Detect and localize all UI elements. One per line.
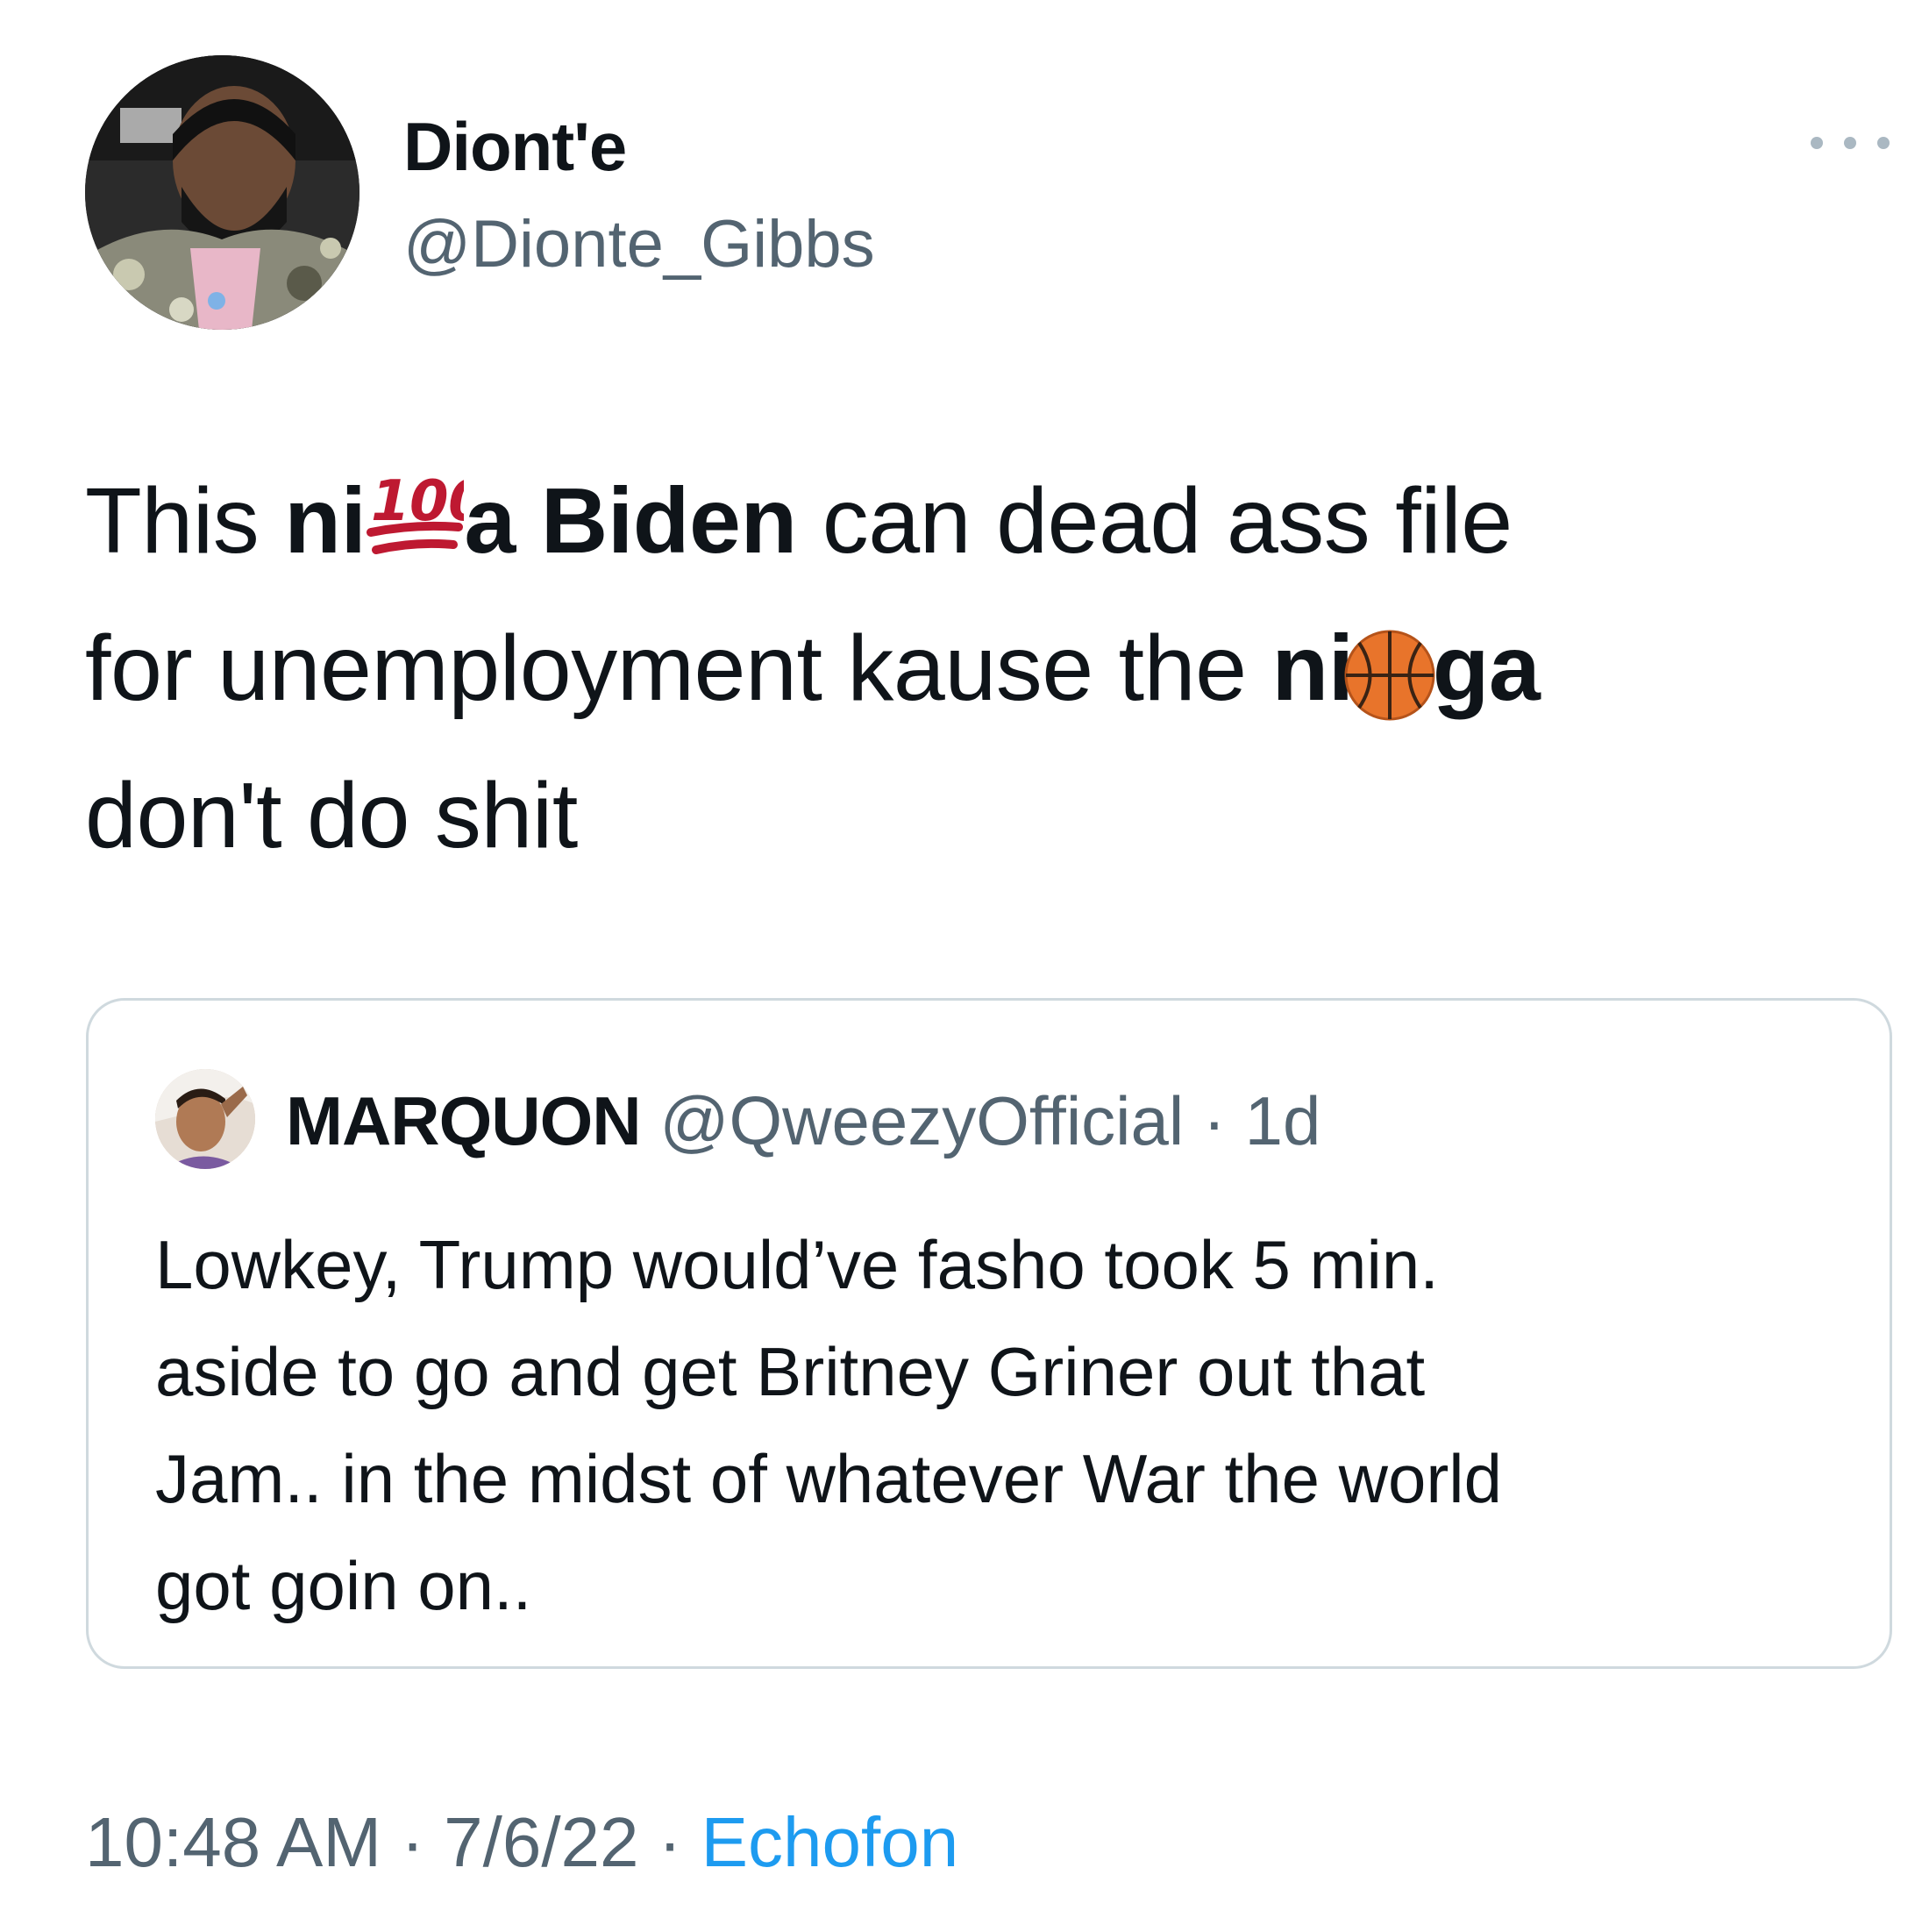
quoted-header: MARQUON @QweezyOfficial · 1d (286, 1081, 1320, 1160)
quoted-author-avatar[interactable] (155, 1069, 255, 1169)
quoted-text: Lowkey, Trump would’ve fasho took 5 min.… (155, 1211, 1856, 1639)
tweet: Diont'e @Dionte_Gibbs This ni 100 a Bide… (0, 0, 1929, 1932)
quoted-separator: · (1184, 1082, 1245, 1159)
quoted-line: Lowkey, Trump would’ve fasho took 5 min. (155, 1226, 1439, 1303)
tweet-line: don't do shit (85, 764, 578, 867)
author-handle[interactable]: @Dionte_Gibbs (403, 206, 875, 282)
tweet-meta: 10:48 AM · 7/6/22 · Echofon (85, 1802, 958, 1883)
meta-separator: · (638, 1803, 701, 1881)
more-dot (1877, 137, 1890, 149)
more-dot (1811, 137, 1823, 149)
tweet-date[interactable]: 7/6/22 (444, 1803, 638, 1881)
more-dot (1844, 137, 1856, 149)
quoted-time[interactable]: 1d (1245, 1082, 1321, 1159)
quoted-handle[interactable]: @QweezyOfficial (659, 1082, 1184, 1159)
tweet-source-link[interactable]: Echofon (701, 1803, 959, 1881)
tweet-time[interactable]: 10:48 AM (85, 1803, 381, 1881)
author-avatar[interactable] (85, 55, 359, 330)
quoted-display-name[interactable]: MARQUON (286, 1082, 642, 1159)
quoted-line: got goin on.. (155, 1547, 532, 1624)
more-options-icon[interactable] (1811, 130, 1890, 156)
tweet-line: This ni 100 a Biden can dead ass file (85, 447, 1839, 595)
quoted-line: Jam.. in the midst of whatever War the w… (155, 1440, 1503, 1517)
basketball-emoji-icon (1342, 627, 1438, 724)
quoted-tweet-card[interactable]: MARQUON @QweezyOfficial · 1d Lowkey, Tru… (86, 998, 1892, 1669)
meta-separator: · (381, 1803, 445, 1881)
author-display-name[interactable]: Diont'e (403, 107, 627, 187)
quoted-line: aside to go and get Britney Griner out t… (155, 1333, 1426, 1410)
tweet-text: This ni 100 a Biden can dead ass file fo… (85, 447, 1839, 889)
tweet-line: for unemployment kause the ni ga (85, 595, 1839, 742)
100-emoji-icon: 100 (366, 466, 464, 564)
